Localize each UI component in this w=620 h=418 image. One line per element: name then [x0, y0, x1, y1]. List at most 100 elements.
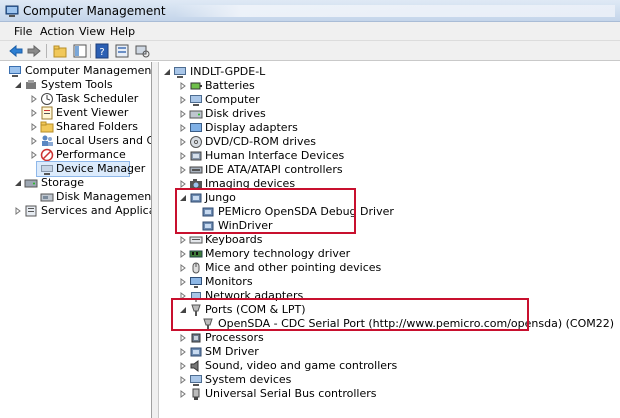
computer-icon — [190, 95, 202, 106]
usb-icon — [192, 388, 200, 400]
device-tree-root[interactable]: INDLT-GPDE-L — [159, 65, 620, 79]
computer-management-icon — [5, 5, 19, 17]
svg-text:?: ? — [99, 47, 104, 58]
back-arrow-icon[interactable] — [8, 43, 24, 59]
device-category-memory[interactable]: Memory technology driver — [159, 247, 620, 261]
collapsed-arrow-icon[interactable] — [179, 278, 187, 286]
collapsed-arrow-icon[interactable] — [179, 124, 187, 132]
tools-icon — [26, 80, 36, 89]
collapsed-arrow-icon[interactable] — [179, 166, 187, 174]
menu-file[interactable]: File — [14, 25, 32, 38]
tree-item-task-scheduler[interactable]: Task Scheduler — [4, 92, 151, 106]
ports-highlight-box — [171, 298, 529, 331]
menu-action[interactable]: Action — [40, 25, 74, 38]
disk-drive-icon — [189, 110, 203, 119]
toolbar-separator — [90, 44, 91, 58]
tree-item-system-tools[interactable]: System Tools — [4, 78, 151, 92]
tree-item-disk-management[interactable]: Disk Management — [4, 190, 151, 204]
device-category-disk-drives[interactable]: Disk drives — [159, 107, 620, 121]
collapsed-arrow-icon[interactable] — [179, 82, 187, 90]
tree-item-storage[interactable]: Storage — [4, 176, 151, 190]
collapsed-arrow-icon[interactable] — [179, 390, 187, 398]
device-category-sound[interactable]: Sound, video and game controllers — [159, 359, 620, 373]
device-category-keyboards[interactable]: Keyboards — [159, 233, 620, 247]
collapsed-arrow-icon[interactable] — [30, 151, 38, 159]
collapsed-arrow-icon[interactable] — [179, 110, 187, 118]
collapsed-arrow-icon[interactable] — [30, 123, 38, 131]
collapsed-arrow-icon[interactable] — [179, 348, 187, 356]
device-category-batteries[interactable]: Batteries — [159, 79, 620, 93]
show-tree-icon[interactable] — [72, 43, 88, 59]
device-category-processors[interactable]: Processors — [159, 331, 620, 345]
jungo-highlight-box — [175, 188, 356, 234]
device-category-display-adapters[interactable]: Display adapters — [159, 121, 620, 135]
forward-arrow-icon[interactable] — [26, 43, 42, 59]
console-tree: Computer Management (Local System Tools … — [4, 62, 152, 418]
shared-folder-icon — [40, 121, 54, 133]
collapsed-arrow-icon[interactable] — [179, 250, 187, 258]
storage-icon — [24, 179, 38, 188]
collapsed-arrow-icon[interactable] — [30, 109, 38, 117]
collapsed-arrow-icon[interactable] — [179, 96, 187, 104]
collapsed-arrow-icon[interactable] — [179, 334, 187, 342]
memory-icon — [189, 250, 203, 258]
up-folder-icon[interactable] — [52, 43, 68, 59]
ide-controller-icon — [189, 166, 203, 174]
toolbar-separator — [46, 44, 47, 58]
computer-icon — [174, 67, 186, 78]
collapsed-arrow-icon[interactable] — [179, 152, 187, 160]
device-category-monitors[interactable]: Monitors — [159, 275, 620, 289]
device-category-usb[interactable]: Universal Serial Bus controllers — [159, 387, 620, 401]
expanded-arrow-icon[interactable] — [14, 179, 22, 187]
speaker-icon — [190, 360, 199, 372]
dvd-drive-icon — [190, 136, 202, 148]
tree-item-local-users[interactable]: Local Users and Groups — [4, 134, 151, 148]
tree-item-event-viewer[interactable]: Event Viewer — [4, 106, 151, 120]
tree-item-device-manager[interactable]: Device Manager — [36, 161, 145, 177]
collapsed-arrow-icon[interactable] — [179, 236, 187, 244]
help-icon[interactable]: ? — [94, 43, 110, 59]
window-title: Computer Management — [23, 4, 166, 18]
scan-hardware-icon[interactable] — [134, 43, 150, 59]
tree-item-services[interactable]: Services and Applications — [4, 204, 151, 218]
collapsed-arrow-icon[interactable] — [179, 376, 187, 384]
event-log-icon — [41, 106, 53, 120]
tree-item-root[interactable]: Computer Management (Local — [4, 64, 151, 78]
device-tree: INDLT-GPDE-L Batteries Computer Disk dri… — [158, 62, 620, 418]
device-category-sm-driver[interactable]: SM Driver — [159, 345, 620, 359]
device-category-hid[interactable]: Human Interface Devices — [159, 149, 620, 163]
system-device-icon — [190, 375, 202, 386]
battery-icon — [190, 82, 202, 90]
users-icon — [42, 135, 53, 146]
collapsed-arrow-icon[interactable] — [30, 95, 38, 103]
collapsed-arrow-icon[interactable] — [179, 362, 187, 370]
performance-icon — [40, 148, 54, 162]
disk-icon — [40, 193, 54, 202]
toolbar: ? — [0, 41, 620, 61]
menu-view[interactable]: View — [79, 25, 105, 38]
device-manager-icon — [41, 165, 53, 175]
collapsed-arrow-icon[interactable] — [179, 180, 187, 188]
clock-icon — [41, 93, 53, 105]
collapsed-arrow-icon[interactable] — [179, 138, 187, 146]
expanded-arrow-icon[interactable] — [163, 68, 171, 76]
collapsed-arrow-icon[interactable] — [30, 137, 38, 145]
services-icon — [25, 205, 37, 217]
device-category-dvd-drives[interactable]: DVD/CD-ROM drives — [159, 135, 620, 149]
tree-item-performance[interactable]: Performance — [4, 148, 151, 162]
collapsed-arrow-icon[interactable] — [14, 207, 22, 215]
display-adapter-icon — [190, 123, 202, 132]
device-category-ide[interactable]: IDE ATA/ATAPI controllers — [159, 163, 620, 177]
device-category-mice[interactable]: Mice and other pointing devices — [159, 261, 620, 275]
collapsed-arrow-icon[interactable] — [179, 264, 187, 272]
device-category-system-devices[interactable]: System devices — [159, 373, 620, 387]
tree-item-shared-folders[interactable]: Shared Folders — [4, 120, 151, 134]
properties-icon[interactable] — [114, 43, 130, 59]
device-icon — [190, 347, 202, 357]
title-bar: Computer Management — [0, 0, 620, 22]
menu-help[interactable]: Help — [110, 25, 135, 38]
device-category-computer[interactable]: Computer — [159, 93, 620, 107]
monitor-icon — [190, 277, 202, 288]
hid-icon — [190, 151, 202, 161]
expanded-arrow-icon[interactable] — [14, 81, 22, 89]
